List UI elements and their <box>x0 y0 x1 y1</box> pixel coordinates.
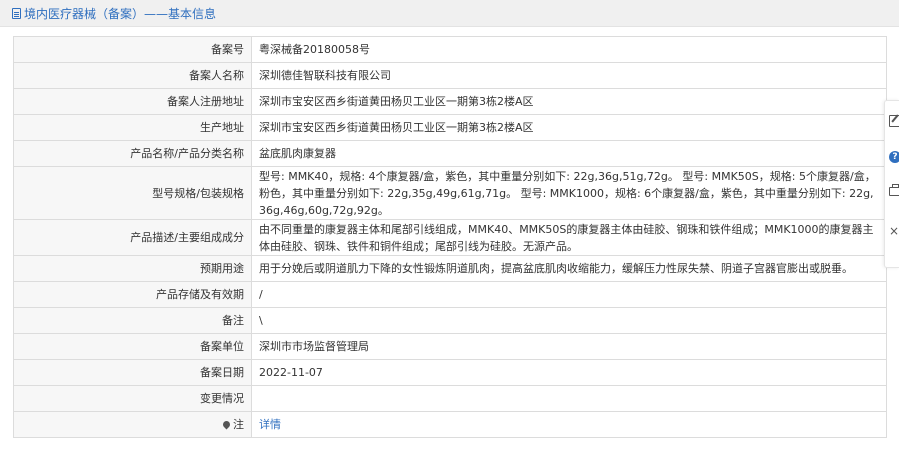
note-label: 注 <box>233 418 244 431</box>
row-remarks: 备注 \ <box>13 307 887 334</box>
value-product-name: 盆底肌肉康复器 <box>251 140 887 167</box>
label-filing-unit: 备案单位 <box>13 333 252 360</box>
value-storage-validity: / <box>251 281 887 308</box>
page-header: 境内医疗器械（备案）——基本信息 <box>0 0 899 27</box>
details-link[interactable]: 详情 <box>259 418 281 431</box>
value-note: 详情 <box>251 411 887 438</box>
label-remarks: 备注 <box>13 307 252 334</box>
print-icon[interactable] <box>889 184 899 196</box>
row-product-description: 产品描述/主要组成成分 由不同重量的康复器主体和尾部引线组成，MMK40、MMK… <box>13 219 887 256</box>
page-title: 境内医疗器械（备案）——基本信息 <box>24 6 217 21</box>
label-intended-use: 预期用途 <box>13 255 252 282</box>
label-registrant-name: 备案人名称 <box>13 62 252 89</box>
document-icon <box>12 7 21 19</box>
value-intended-use: 用于分娩后或阴道肌力下降的女性锻炼阴道肌肉，提高盆底肌肉收缩能力，缓解压力性尿失… <box>251 255 887 282</box>
row-registrant-name: 备案人名称 深圳德佳智联科技有限公司 <box>13 62 887 89</box>
label-model-spec: 型号规格/包装规格 <box>13 166 252 220</box>
row-registrant-address: 备案人注册地址 深圳市宝安区西乡街道黄田杨贝工业区一期第3栋2楼A区 <box>13 88 887 115</box>
value-record-number: 粤深械备20180058号 <box>251 36 887 63</box>
label-change-history: 变更情况 <box>13 385 252 412</box>
row-intended-use: 预期用途 用于分娩后或阴道肌力下降的女性锻炼阴道肌肉，提高盆底肌肉收缩能力，缓解… <box>13 255 887 282</box>
pin-icon <box>221 419 232 430</box>
row-production-address: 生产地址 深圳市宝安区西乡街道黄田杨贝工业区一期第3栋2楼A区 <box>13 114 887 141</box>
value-product-description: 由不同重量的康复器主体和尾部引线组成，MMK40、MMK50S的康复器主体由硅胶… <box>251 219 887 256</box>
value-filing-unit: 深圳市市场监督管理局 <box>251 333 887 360</box>
row-note: 注 详情 <box>13 411 887 438</box>
value-model-spec: 型号: MMK40，规格: 4个康复器/盒，紫色，其中重量分别如下: 22g,3… <box>251 166 887 220</box>
label-filing-date: 备案日期 <box>13 359 252 386</box>
value-change-history <box>251 385 887 412</box>
row-model-spec: 型号规格/包装规格 型号: MMK40，规格: 4个康复器/盒，紫色，其中重量分… <box>13 166 887 220</box>
value-production-address: 深圳市宝安区西乡街道黄田杨贝工业区一期第3栋2楼A区 <box>251 114 887 141</box>
edit-icon[interactable] <box>889 115 899 127</box>
row-change-history: 变更情况 <box>13 385 887 412</box>
row-filing-unit: 备案单位 深圳市市场监督管理局 <box>13 333 887 360</box>
label-storage-validity: 产品存储及有效期 <box>13 281 252 308</box>
row-product-name: 产品名称/产品分类名称 盆底肌肉康复器 <box>13 140 887 167</box>
value-registrant-name: 深圳德佳智联科技有限公司 <box>251 62 887 89</box>
row-filing-date: 备案日期 2022-11-07 <box>13 359 887 386</box>
label-registrant-address: 备案人注册地址 <box>13 88 252 115</box>
value-remarks: \ <box>251 307 887 334</box>
row-storage-validity: 产品存储及有效期 / <box>13 281 887 308</box>
value-registrant-address: 深圳市宝安区西乡街道黄田杨贝工业区一期第3栋2楼A区 <box>251 88 887 115</box>
label-product-name: 产品名称/产品分类名称 <box>13 140 252 167</box>
label-product-description: 产品描述/主要组成成分 <box>13 219 252 256</box>
side-toolbar: ? × <box>884 100 899 268</box>
label-record-number: 备案号 <box>13 36 252 63</box>
row-record-number: 备案号 粤深械备20180058号 <box>13 36 887 63</box>
close-icon[interactable]: × <box>889 225 899 237</box>
label-note: 注 <box>13 411 252 438</box>
help-icon[interactable]: ? <box>889 151 899 163</box>
info-table: 备案号 粤深械备20180058号 备案人名称 深圳德佳智联科技有限公司 备案人… <box>13 36 887 438</box>
label-production-address: 生产地址 <box>13 114 252 141</box>
value-filing-date: 2022-11-07 <box>251 359 887 386</box>
